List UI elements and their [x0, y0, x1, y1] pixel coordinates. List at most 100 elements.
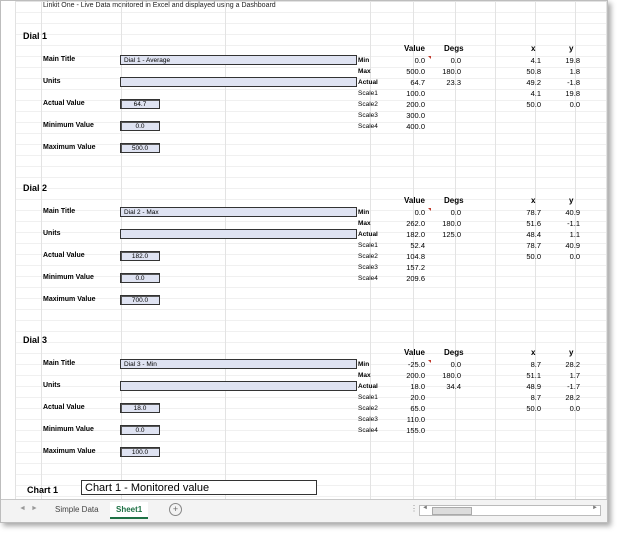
maximum-value-input[interactable]: 700.0 [120, 295, 160, 305]
row-label-scale2: Scale2 [358, 253, 378, 260]
minimum-value-input[interactable]: 0.0 [120, 273, 160, 283]
grid-line-vertical [225, 1, 226, 499]
grid-line-horizontal [15, 34, 607, 35]
header-note: Linkit One - Live Data monitored in Exce… [43, 2, 276, 9]
chart1-title-input[interactable]: Chart 1 - Monitored value [81, 480, 317, 495]
scroll-tabs-left-icon[interactable]: ◄ [19, 505, 26, 512]
add-sheet-icon[interactable]: + [169, 503, 182, 516]
row-label-scale1: Scale1 [358, 394, 378, 401]
excel-window: Linkit One - Live Data monitored in Exce… [0, 0, 608, 523]
row-label-max: Max [358, 220, 371, 227]
grid-line-horizontal [15, 298, 607, 299]
y-cell: 0.0 [569, 404, 580, 413]
field-label-actual: Actual Value [43, 404, 85, 411]
dial-title: Dial 2 [23, 183, 48, 193]
col-header-value: Value [404, 348, 425, 357]
col-header-degs: Degs [444, 196, 464, 205]
col-header-y: y [569, 44, 574, 53]
actual-value-input[interactable]: 182.0 [120, 251, 160, 261]
y-cell: -1.7 [567, 382, 580, 391]
value-cell: 64.7 [410, 78, 425, 87]
comment-indicator-icon[interactable] [428, 56, 431, 59]
x-cell: 51.6 [526, 219, 541, 228]
row-label-actual: Actual [358, 79, 378, 86]
scroll-right-icon[interactable]: ► [592, 505, 598, 511]
row-label-scale3: Scale3 [358, 416, 378, 423]
main-title-input[interactable]: Dial 3 - Min [120, 359, 357, 369]
actual-value-input[interactable]: 18.0 [120, 403, 160, 413]
row-label-scale2: Scale2 [358, 405, 378, 412]
row-header-strip [1, 1, 16, 499]
dial-title: Dial 1 [23, 31, 48, 41]
grid-line-horizontal [15, 265, 607, 266]
y-cell: 40.9 [565, 208, 580, 217]
grid-line-horizontal [15, 166, 607, 167]
col-header-degs: Degs [444, 348, 464, 357]
grid-line-horizontal [15, 276, 607, 277]
grid-line-horizontal [15, 177, 607, 178]
field-label-main-title: Main Title [43, 360, 76, 367]
row-label-scale3: Scale3 [358, 264, 378, 271]
degs-cell: 0.0 [450, 360, 461, 369]
main-title-input[interactable]: Dial 1 - Average [120, 55, 357, 65]
units-input[interactable] [120, 229, 357, 239]
degs-cell: 34.4 [446, 382, 461, 391]
grid-line-horizontal [15, 122, 607, 123]
value-cell: 110.0 [406, 415, 425, 424]
main-title-input[interactable]: Dial 2 - Max [120, 207, 357, 217]
x-cell: 50.0 [526, 404, 541, 413]
x-cell: 48.9 [526, 382, 541, 391]
row-label-max: Max [358, 372, 371, 379]
value-cell: 0.0 [414, 56, 425, 65]
value-cell: 200.0 [406, 100, 425, 109]
value-cell: 52.4 [410, 241, 425, 250]
y-cell: 0.0 [569, 100, 580, 109]
y-cell: 19.8 [565, 56, 580, 65]
row-label-scale1: Scale1 [358, 90, 378, 97]
value-cell: 209.6 [406, 274, 425, 283]
x-cell: 50.8 [526, 67, 541, 76]
x-cell: 78.7 [526, 208, 541, 217]
tab-simple-data[interactable]: Simple Data [49, 502, 105, 517]
y-cell: 1.7 [569, 371, 580, 380]
minimum-value-input[interactable]: 0.0 [120, 425, 160, 435]
x-cell: 48.4 [526, 230, 541, 239]
maximum-value-input[interactable]: 100.0 [120, 447, 160, 457]
minimum-value-input[interactable]: 0.0 [120, 121, 160, 131]
units-input[interactable] [120, 381, 357, 391]
y-cell: 0.0 [569, 252, 580, 261]
field-label-maximum: Maximum Value [43, 296, 96, 303]
degs-cell: 125.0 [442, 230, 461, 239]
worksheet-grid[interactable]: Linkit One - Live Data monitored in Exce… [15, 1, 607, 499]
grid-line-horizontal [15, 111, 607, 112]
actual-value-input[interactable]: 64.7 [120, 99, 160, 109]
horizontal-scrollbar[interactable]: ◄ ► [419, 505, 601, 516]
grid-line-horizontal [15, 474, 607, 475]
value-cell: 104.8 [406, 252, 425, 261]
scroll-left-icon[interactable]: ◄ [422, 505, 428, 511]
scroll-tabs-right-icon[interactable]: ► [31, 505, 38, 512]
dial-title: Dial 3 [23, 335, 48, 345]
field-label-main-title: Main Title [43, 56, 76, 63]
comment-indicator-icon[interactable] [428, 360, 431, 363]
maximum-value-input[interactable]: 500.0 [120, 143, 160, 153]
y-cell: -1.8 [567, 78, 580, 87]
value-cell: -25.0 [407, 360, 425, 369]
grid-line-horizontal [15, 188, 607, 189]
tab-split-handle-icon[interactable]: ⋮ [410, 504, 418, 513]
grid-line-horizontal [15, 331, 607, 332]
units-input[interactable] [120, 77, 357, 87]
scrollbar-thumb[interactable] [432, 507, 472, 515]
field-label-units: Units [43, 382, 61, 389]
x-cell: 50.0 [526, 252, 541, 261]
comment-indicator-icon[interactable] [428, 208, 431, 211]
grid-line-horizontal [15, 155, 607, 156]
y-cell: -1.1 [567, 219, 580, 228]
y-cell: 40.9 [565, 241, 580, 250]
row-label-min: Min [358, 209, 370, 216]
tab-sheet1[interactable]: Sheet1 [110, 502, 149, 519]
value-cell: 400.0 [406, 122, 425, 131]
field-label-actual: Actual Value [43, 100, 85, 107]
row-label-min: Min [358, 57, 370, 64]
value-cell: 500.0 [406, 67, 425, 76]
